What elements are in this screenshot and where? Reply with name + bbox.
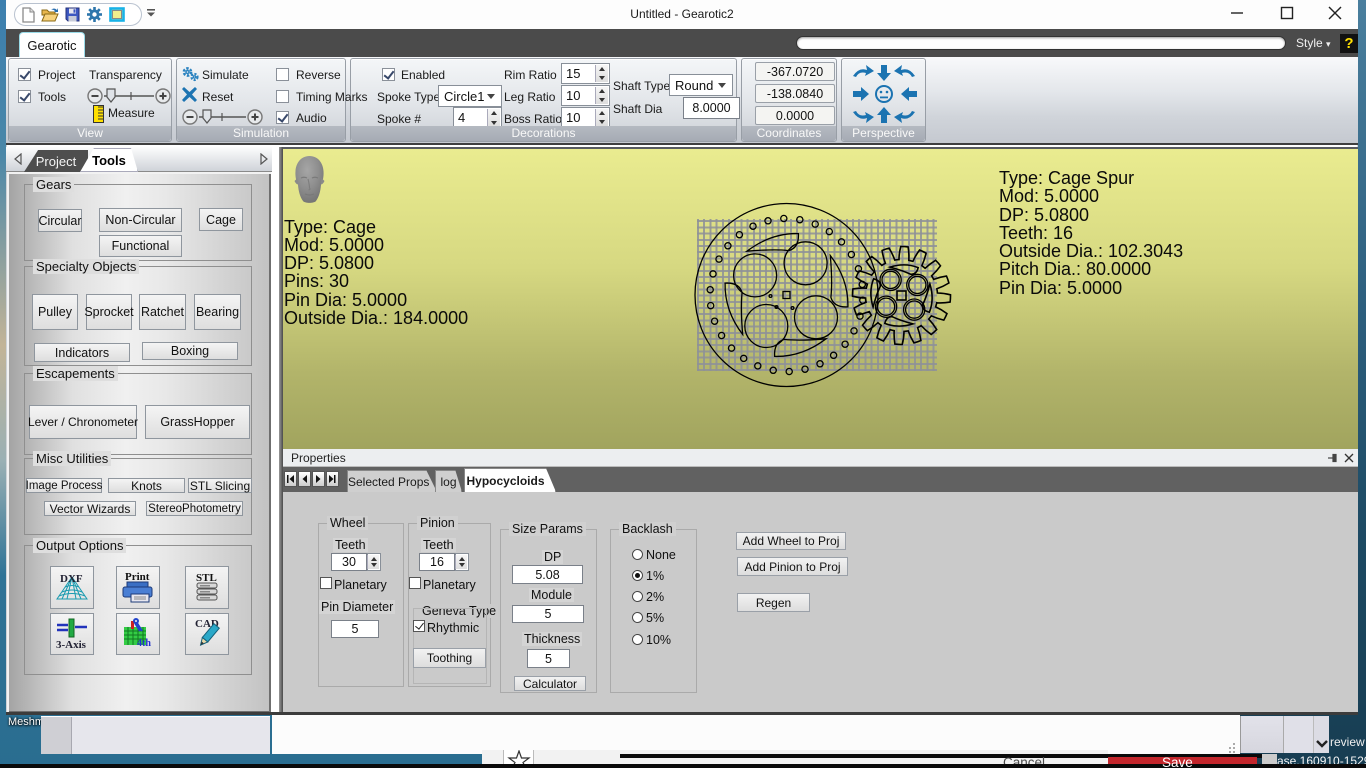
svg-text:DXF: DXF — [60, 573, 83, 585]
svg-text:STL: STL — [196, 572, 217, 584]
svg-text:Print: Print — [125, 571, 150, 583]
svg-text:3-Axis: 3-Axis — [56, 639, 87, 651]
svg-text:4th: 4th — [137, 638, 151, 649]
